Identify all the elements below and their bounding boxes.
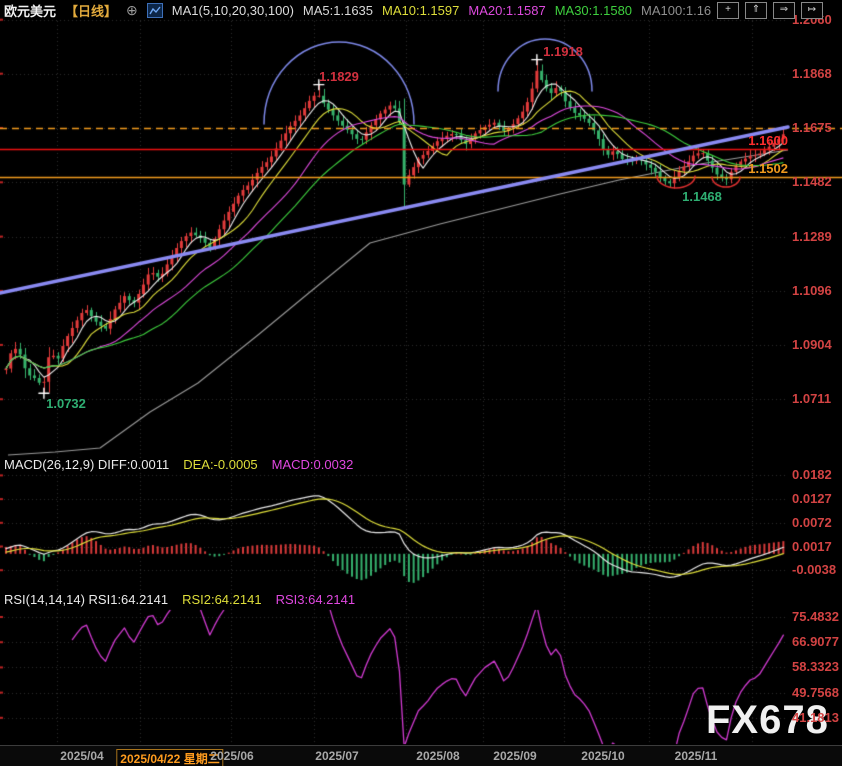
selected-date-label: 2025/04/22 星期二 (116, 749, 223, 766)
zoom-x-axis-icon[interactable]: ⇒ (773, 2, 795, 19)
price-annotation: 1.1468 (682, 189, 722, 204)
price-axis-label: 1.0904 (792, 337, 832, 352)
price-annotation: 1.1829 (319, 69, 359, 84)
price-axis-label: 1.1096 (792, 283, 832, 298)
chart-window: 欧元美元 【日线】 ⊕ MA1(5,10,20,30,100) MA5:1.16… (0, 0, 842, 766)
macd-axis-label: 0.0182 (792, 467, 832, 482)
ma10-value: MA10:1.1597 (382, 3, 459, 18)
timeframe-label: 【日线】 (65, 1, 117, 20)
macd-diff-label: MACD(26,12,9) DIFF:0.0011 (4, 457, 169, 472)
rsi-axis-label: 58.3323 (792, 659, 839, 674)
rsi-axis-label: 41.1813 (792, 710, 839, 725)
price-axis-label: 1.1482 (792, 174, 832, 189)
rsi3-label: RSI3:64.2141 (276, 592, 356, 607)
ma5-value: MA5:1.1635 (303, 3, 373, 18)
rsi2-label: RSI2:64.2141 (182, 592, 262, 607)
line-chart-glyph (149, 5, 161, 16)
x-axis-month-label: 2025/08 (416, 749, 459, 763)
price-level-tag: 1.1600 (748, 133, 788, 148)
add-indicator-icon[interactable]: ⊕ (126, 4, 138, 16)
macd-axis-label: 0.0072 (792, 515, 832, 530)
x-axis-bar: 2025/04 2025/04/22 星期二2025/06 2025/07 2025/… (0, 745, 842, 766)
rsi-axis-label: 66.9077 (792, 634, 839, 649)
x-axis-month-label: 2025/07 (315, 749, 358, 763)
price-annotation: 1.0732 (46, 396, 86, 411)
macd-axis-label: -0.0038 (792, 562, 836, 577)
x-axis-month-label: 2025/09 (493, 749, 536, 763)
expand-right-icon[interactable]: ↦ (801, 2, 823, 19)
x-axis-month-label: 2025/11 (675, 749, 718, 763)
rsi1-label: RSI(14,14,14) RSI1:64.2141 (4, 592, 168, 607)
macd-header: MACD(26,12,9) DIFF:0.0011 DEA:-0.0005 MA… (4, 457, 353, 472)
symbol-title: 欧元美元 (4, 1, 56, 20)
x-axis-month-label: 2025/06 (210, 749, 253, 763)
rsi-axis-label: 75.4832 (792, 609, 839, 624)
macd-value-label: MACD:0.0032 (272, 457, 354, 472)
rsi-axis-label: 49.7568 (792, 685, 839, 700)
x-axis-month-label: 2025/10 (581, 749, 624, 763)
chart-type-icon[interactable] (147, 3, 163, 18)
chart-header: 欧元美元 【日线】 ⊕ MA1(5,10,20,30,100) MA5:1.16… (4, 1, 711, 19)
x-axis-month-label: 2025/04 (60, 749, 103, 763)
price-level-tag: 1.1502 (748, 161, 788, 176)
rsi-header: RSI(14,14,14) RSI1:64.2141 RSI2:64.2141 … (4, 592, 355, 607)
ma30-value: MA30:1.1580 (555, 3, 632, 18)
macd-axis-label: 0.0127 (792, 491, 832, 506)
zoom-y-axis-icon[interactable]: ⇑ (745, 2, 767, 19)
pan-icon[interactable]: + (717, 2, 739, 19)
ma-settings-label: MA1(5,10,20,30,100) (172, 3, 294, 18)
price-axis-label: 1.1868 (792, 66, 832, 81)
macd-dea-label: DEA:-0.0005 (183, 457, 257, 472)
ma20-value: MA20:1.1587 (468, 3, 545, 18)
price-annotation: 1.1918 (543, 44, 583, 59)
price-axis-label: 1.1289 (792, 229, 832, 244)
chart-toolbar: + ⇑ ⇒ ↦ (717, 2, 823, 19)
price-axis-label: 1.1675 (792, 120, 832, 135)
price-axis-label: 1.0711 (792, 391, 831, 406)
ma100-value: MA100:1.16 (641, 3, 711, 18)
macd-axis-label: 0.0017 (792, 539, 832, 554)
chart-canvas[interactable] (0, 0, 842, 766)
